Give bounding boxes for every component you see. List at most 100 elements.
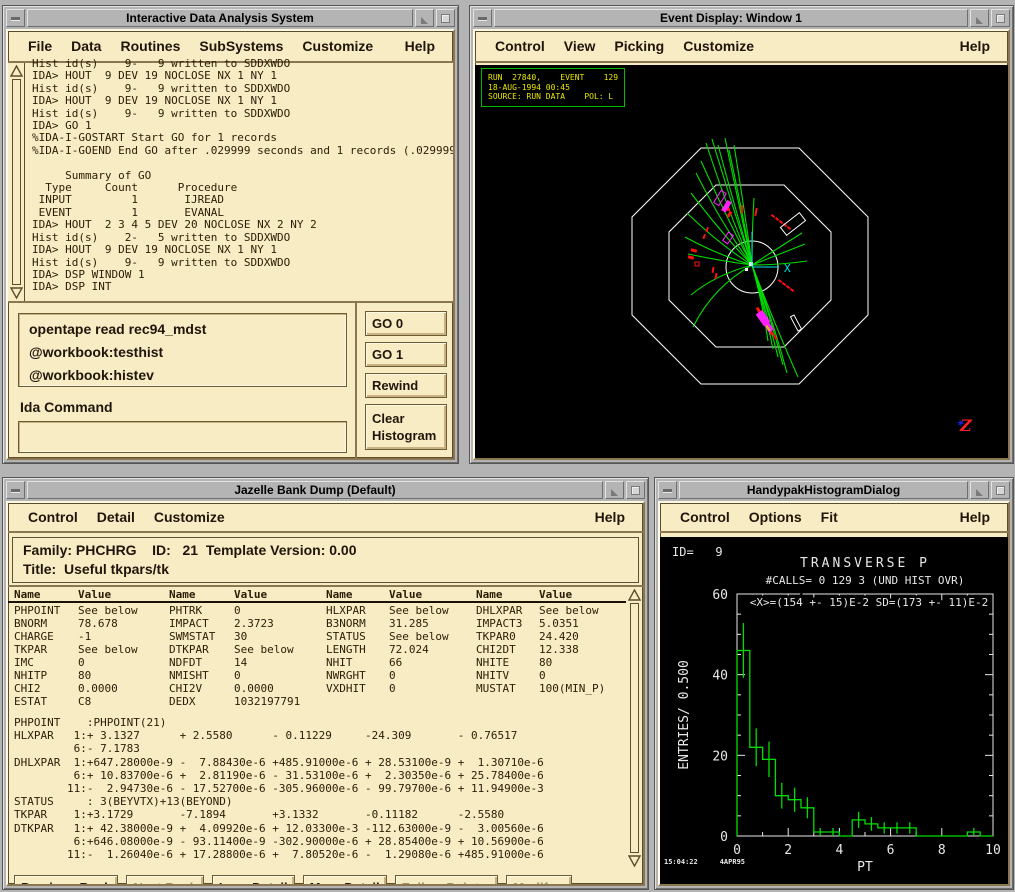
window-menu-button[interactable] (6, 481, 25, 499)
previous-bank-button[interactable]: Previous Bank (14, 875, 118, 886)
bank-cell: DTKPAR (169, 643, 234, 656)
scroll-up-icon[interactable] (10, 65, 23, 77)
scrollbar-thumb[interactable] (630, 603, 639, 853)
maximize-button[interactable] (991, 481, 1010, 499)
bank-cell: MUSTAT (476, 682, 539, 695)
bank-cell: 0 (234, 669, 326, 682)
menu-help[interactable]: Help (960, 38, 990, 54)
bank-cell: See below (78, 604, 169, 617)
bank-table-header: NameValueNameValueNameValueNameValue (8, 588, 626, 603)
window-event-display: Event Display: Window 1 Control View Picki… (469, 5, 1014, 464)
bank-cell: See below (389, 630, 476, 643)
less-detail-button[interactable]: Less Detail (212, 875, 295, 886)
maximize-icon (441, 14, 450, 23)
bank-cell: 2.3723 (234, 617, 326, 630)
plot-frame (737, 594, 993, 836)
menu-detail[interactable]: Detail (97, 509, 135, 525)
bank-cell: CHI2V (169, 682, 234, 695)
go1-button[interactable]: GO 1 (365, 342, 447, 367)
go0-button[interactable]: GO 0 (365, 311, 447, 336)
menu-help[interactable]: Help (595, 509, 625, 525)
modify--button[interactable]: Modify... (506, 875, 572, 886)
ida-command-input[interactable] (19, 430, 346, 445)
bank-scrollbar[interactable] (626, 587, 643, 869)
menu-control[interactable]: Control (28, 509, 78, 525)
minimize-button[interactable] (605, 481, 624, 499)
window-menu-button[interactable] (6, 9, 25, 27)
menu-help[interactable]: Help (960, 509, 990, 525)
x-axis-title: PT (857, 860, 873, 875)
stats-line: <X>=(154 +- 15)E-2 SD=(173 +- 11)E-2 (750, 596, 988, 609)
window-menu-button[interactable] (473, 9, 492, 27)
bank-menubar: Control Detail Customize Help (8, 503, 643, 533)
terminal-output[interactable]: Hist id(s) 9- 9 written to SDDXWDO IDA> … (25, 58, 453, 301)
menu-options[interactable]: Options (749, 509, 802, 525)
menu-control[interactable]: Control (495, 38, 545, 54)
menu-customize[interactable]: Customize (683, 38, 754, 54)
bank-cell: 5.0351 (539, 617, 626, 630)
window-menu-icon (663, 489, 672, 492)
y-tick-label: 0 (720, 830, 728, 845)
bank-cell: TKPAR (14, 643, 78, 656)
menu-file[interactable]: File (28, 38, 52, 54)
menu-customize[interactable]: Customize (302, 38, 373, 54)
menu-routines[interactable]: Routines (120, 38, 180, 54)
more-detail-button[interactable]: More Detail (303, 875, 387, 886)
minimize-button[interactable] (970, 481, 989, 499)
bank-cell: 0 (539, 669, 626, 682)
terminal-scrollbar[interactable] (8, 63, 25, 301)
menu-data[interactable]: Data (71, 38, 101, 54)
follow-pointer-button[interactable]: Follow Pointer (395, 875, 499, 886)
ida-terminal-area: Hist id(s) 9- 9 written to SDDXWDO IDA> … (8, 63, 453, 303)
bank-cell: PHPOINT (14, 604, 78, 617)
event-display-canvas[interactable]: RUN 27840, EVENT 129 18-AUG-1994 00:45 S… (475, 65, 1008, 458)
bank-table-zone: NameValueNameValueNameValueNameValue PHP… (8, 585, 643, 869)
y-axis-title: ENTRIES/ 0.500 (677, 660, 692, 770)
maximize-button[interactable] (436, 9, 455, 27)
bank-titlebar[interactable]: Jazelle Bank Dump (Default) (6, 481, 645, 499)
command-history[interactable]: opentape read rec94_mdst @workbook:testh… (18, 313, 347, 387)
maximize-button[interactable] (626, 481, 645, 499)
menu-view[interactable]: View (564, 38, 596, 54)
clear-histogram-button[interactable]: Clear Histogram (365, 404, 447, 450)
hist-window-body: Control Options Fit Help ID= 9 02040600246… (658, 501, 1010, 886)
bank-cell: 72.024 (389, 643, 476, 656)
calls-line: #CALLS= 0 129 3 (UND HIST OVR) (766, 574, 965, 587)
scroll-down-icon[interactable] (10, 287, 23, 299)
menu-help[interactable]: Help (405, 38, 435, 54)
histogram-plot: 02040600246810TRANSVERSE P#CALLS= 0 129 … (660, 537, 1010, 886)
histogram-canvas[interactable]: ID= 9 02040600246810TRANSVERSE P#CALLS= … (660, 537, 1008, 884)
hist-window-title: HandypakHistogramDialog (679, 481, 968, 499)
menu-fit[interactable]: Fit (821, 509, 838, 525)
bank-cell: TKPAR0 (476, 630, 539, 643)
maximize-button[interactable] (991, 9, 1010, 27)
event-window-title: Event Display: Window 1 (494, 9, 968, 27)
menu-customize[interactable]: Customize (154, 509, 225, 525)
minimize-button[interactable] (415, 9, 434, 27)
event-titlebar[interactable]: Event Display: Window 1 (473, 9, 1010, 27)
bank-cell: IMPACT3 (476, 617, 539, 630)
bank-header-cell: Name (476, 588, 539, 601)
time: 15:04:22 (664, 858, 698, 866)
bank-window-body: Control Detail Customize Help Family: PHCH… (6, 501, 645, 886)
bank-cell: ESTAT (14, 695, 78, 708)
ida-command-input-box[interactable] (18, 421, 347, 453)
minimize-button[interactable] (970, 9, 989, 27)
hist-menu-items: Control Options Fit (680, 509, 838, 525)
bank-table-rows: PHPOINTSee belowPHTRK0HLXPARSee belowDHL… (14, 604, 626, 708)
hist-titlebar[interactable]: HandypakHistogramDialog (658, 481, 1010, 499)
menu-control[interactable]: Control (680, 509, 730, 525)
next-bank-button[interactable]: Next Bank (126, 875, 204, 886)
bank-cell: BNORM (14, 617, 78, 630)
scroll-down-icon[interactable] (628, 855, 641, 867)
menu-subsystems[interactable]: SubSystems (199, 38, 283, 54)
event-menubar: Control View Picking Customize Help (475, 31, 1008, 63)
scroll-up-icon[interactable] (628, 589, 641, 601)
ida-titlebar[interactable]: Interactive Data Analysis System (6, 9, 455, 27)
bank-header-cell: Name (14, 588, 78, 601)
bank-header-info: Family: PHCHRG ID: 21 Template Version: … (12, 537, 639, 583)
rewind-button[interactable]: Rewind (365, 373, 447, 398)
window-menu-button[interactable] (658, 481, 677, 499)
menu-picking[interactable]: Picking (614, 38, 664, 54)
scrollbar-thumb[interactable] (12, 79, 21, 285)
